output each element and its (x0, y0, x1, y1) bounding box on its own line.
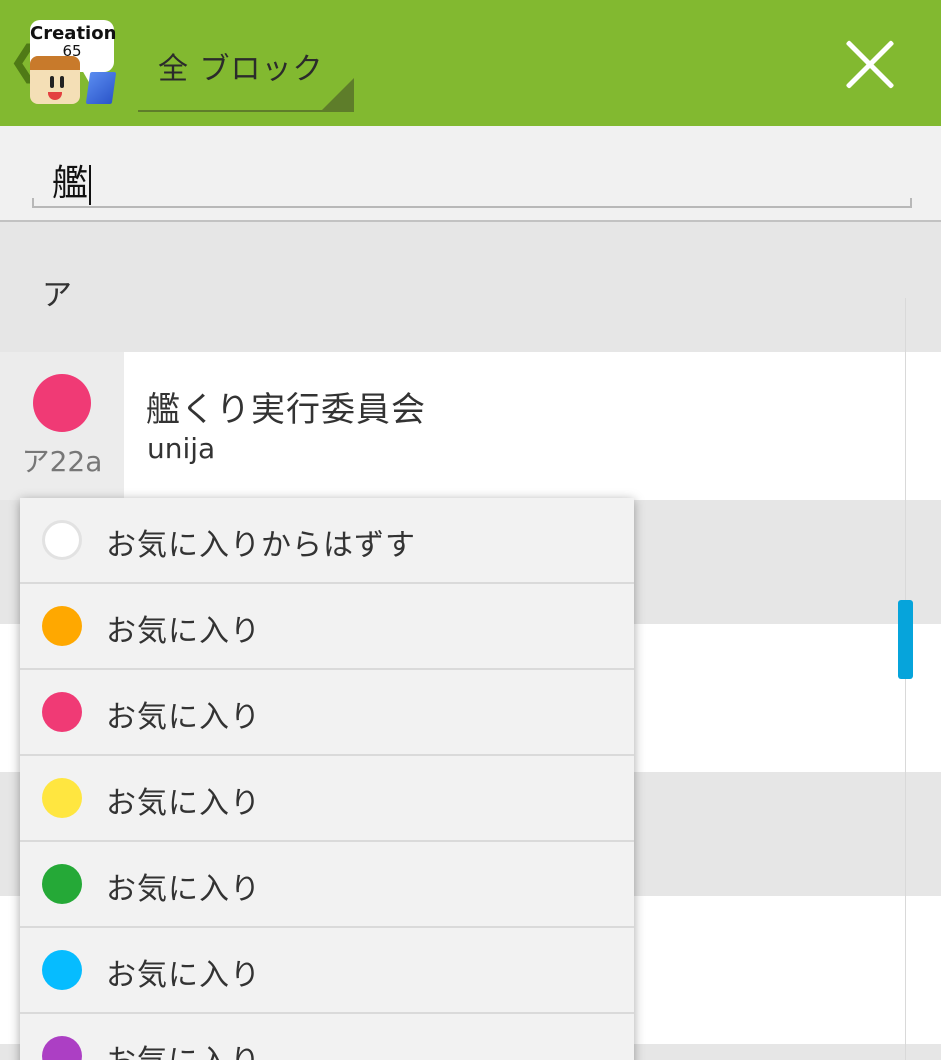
list-item-code: ア22a (21, 445, 103, 478)
block-filter-dropdown[interactable]: 全 ブロック (138, 30, 354, 112)
logo-text-line1: Creation (30, 23, 117, 44)
scroll-track (905, 298, 906, 1060)
menu-item-favorite-green[interactable]: お気に入り (20, 842, 634, 928)
menu-item-favorite-yellow[interactable]: お気に入り (20, 756, 634, 842)
yellow-dot-icon (42, 778, 82, 818)
empty-circle-icon (42, 520, 82, 560)
logo-book-icon (85, 72, 117, 104)
orange-dot-icon (42, 606, 82, 646)
close-icon[interactable] (840, 34, 900, 94)
green-dot-icon (42, 864, 82, 904)
search-bar: 艦 (0, 126, 941, 222)
menu-item-favorite-purple[interactable]: お気に入り (20, 1014, 634, 1060)
block-filter-label: 全 ブロック (158, 52, 324, 87)
section-header: ア (0, 224, 941, 352)
menu-item-label: お気に入りからはずす (106, 528, 416, 563)
text-caret (89, 165, 92, 205)
list-item-title: 艦くり実行委員会 (146, 390, 426, 430)
menu-item-label: お気に入り (106, 614, 261, 649)
blue-dot-icon (42, 950, 82, 990)
app-toolbar: ❮ Creation 65 全 ブロック (0, 0, 941, 126)
list-item-subtitle: unija (147, 432, 216, 465)
search-input-value: 艦 (52, 163, 89, 204)
section-label: ア (42, 278, 72, 313)
logo-face-icon (30, 56, 80, 104)
purple-dot-icon (42, 1036, 82, 1060)
menu-item-label: お気に入り (106, 872, 261, 907)
favorite-color-dot (33, 374, 91, 432)
list-item[interactable]: ア22a 艦くり実行委員会 unija (0, 352, 941, 500)
dropdown-corner-icon (322, 78, 354, 110)
favorite-color-menu: お気に入りからはずす お気に入り お気に入り お気に入り お気に入り お気に入り… (20, 498, 634, 1060)
menu-item-label: お気に入り (106, 700, 261, 735)
menu-item-remove-favorite[interactable]: お気に入りからはずす (20, 498, 634, 584)
pink-dot-icon (42, 692, 82, 732)
menu-item-favorite-pink[interactable]: お気に入り (20, 670, 634, 756)
menu-item-favorite-blue[interactable]: お気に入り (20, 928, 634, 1014)
app-logo[interactable]: Creation 65 (22, 14, 122, 110)
menu-item-label: お気に入り (106, 1036, 261, 1060)
menu-item-label: お気に入り (106, 786, 261, 821)
list-item-favorite-marker[interactable]: ア22a (0, 352, 124, 500)
menu-item-favorite-orange[interactable]: お気に入り (20, 584, 634, 670)
search-input[interactable]: 艦 (32, 146, 912, 208)
scrollbar-thumb[interactable] (898, 600, 913, 679)
menu-item-label: お気に入り (106, 958, 261, 993)
